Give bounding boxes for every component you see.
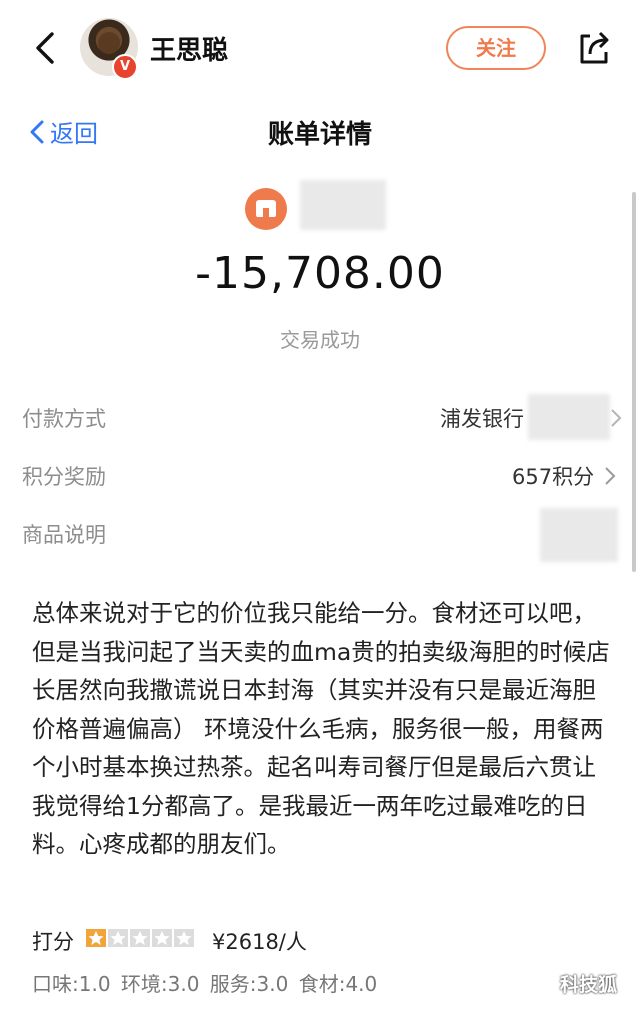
star-empty-icon (174, 929, 194, 947)
scrollbar[interactable] (632, 192, 636, 572)
payment-method-value[interactable]: 浦发银行 (440, 403, 524, 433)
star-empty-icon (152, 929, 172, 947)
product-description-label: 商品说明 (22, 523, 106, 547)
merchant-shop-icon (245, 188, 287, 230)
transaction-amount: -15,708.00 (195, 248, 445, 299)
star-filled-icon (86, 929, 106, 947)
card-number-redacted (528, 394, 610, 440)
rating-label: 打分 (32, 930, 74, 954)
share-icon[interactable] (576, 28, 612, 68)
watermark: 科技狐 (560, 974, 618, 996)
points-reward-label: 积分奖励 (22, 465, 106, 489)
star-empty-icon (108, 929, 128, 947)
user-name[interactable]: 王思聪 (150, 30, 228, 67)
follow-button[interactable]: 关注 (446, 26, 546, 70)
points-reward-value[interactable]: 657积分 (512, 461, 594, 491)
product-description-redacted (540, 508, 618, 562)
back-arrow-icon[interactable] (28, 28, 64, 68)
star-empty-icon (130, 929, 150, 947)
transaction-status: 交易成功 (280, 328, 360, 352)
page-title: 账单详情 (267, 120, 372, 150)
payment-method-label: 付款方式 (22, 407, 106, 431)
score-breakdown: 口味:1.0 环境:3.0 服务:3.0 食材:4.0 (32, 972, 378, 996)
star-rating (86, 929, 194, 947)
chevron-right-icon[interactable] (604, 466, 616, 486)
review-text: 总体来说对于它的价位我只能给一分。食材还可以吧，但是当我问起了当天卖的血ma贵的… (32, 599, 610, 858)
merchant-name-redacted (300, 180, 386, 230)
verified-badge: V (112, 54, 138, 80)
chevron-right-icon[interactable] (610, 408, 622, 428)
price-per-person: ¥2618/人 (212, 930, 307, 954)
